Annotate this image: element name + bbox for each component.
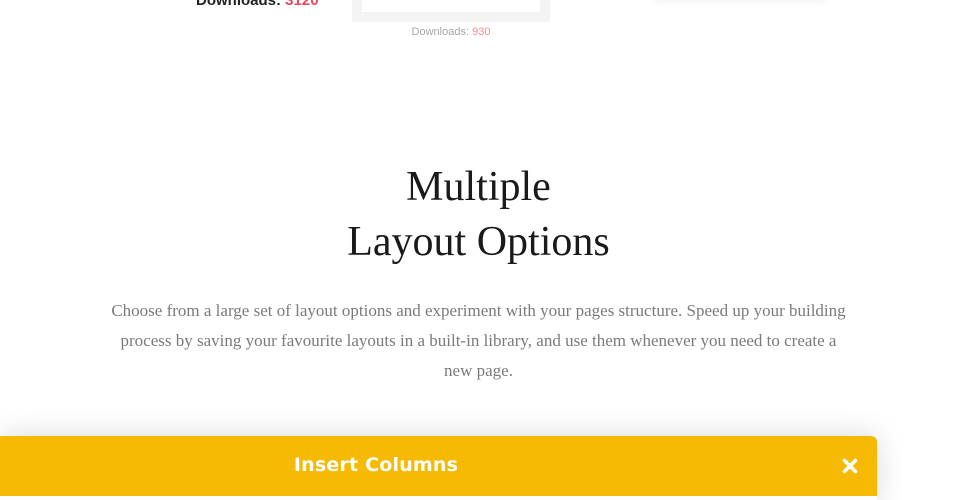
insert-columns-panel: Insert Columns xyxy=(0,436,877,500)
section-title: Multiple Layout Options xyxy=(0,160,957,270)
panel-header: Insert Columns xyxy=(0,436,877,496)
downloads-center-label: Downloads: xyxy=(411,26,470,38)
downloads-left: Downloads: 3120 xyxy=(196,0,319,9)
layout-card-thumbnail xyxy=(362,0,540,12)
downloads-center: Downloads: 930 xyxy=(352,26,550,38)
downloads-left-count: 3120 xyxy=(285,0,319,9)
layout-card-center[interactable] xyxy=(352,0,550,22)
downloads-left-label: Downloads: xyxy=(196,0,281,9)
downloads-center-count: 930 xyxy=(472,26,491,38)
section-title-line1: Multiple xyxy=(406,164,551,210)
panel-title: Insert Columns xyxy=(293,454,459,476)
section-description: Choose from a large set of layout option… xyxy=(111,301,846,380)
close-icon[interactable] xyxy=(838,454,862,478)
section-title-line2: Layout Options xyxy=(347,219,610,265)
